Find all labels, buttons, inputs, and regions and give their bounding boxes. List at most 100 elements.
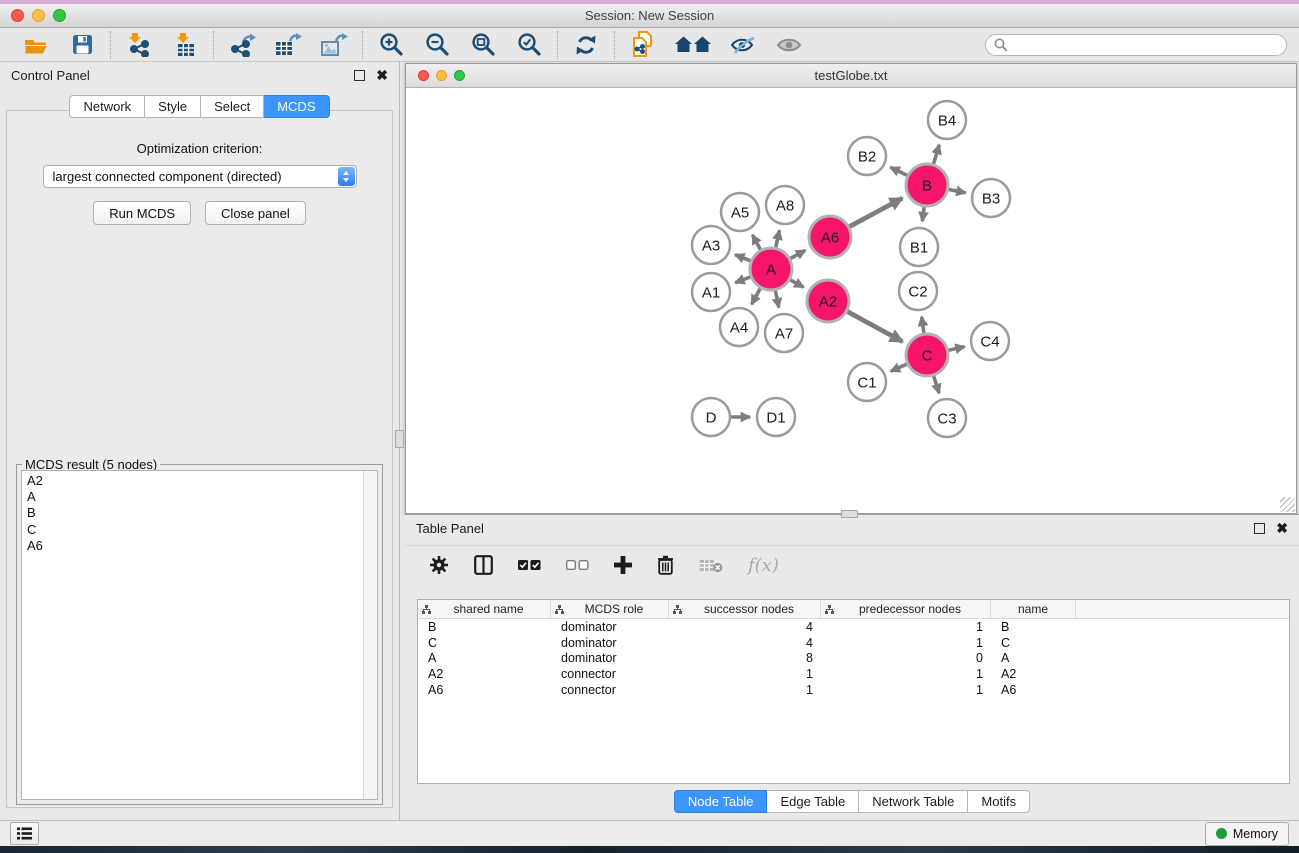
mcds-result-item[interactable]: C [27, 522, 358, 538]
graph-edge-B-B2[interactable] [890, 167, 907, 175]
zoom-selected-button[interactable] [513, 31, 545, 59]
column-header-MCDS-role[interactable]: MCDS role [551, 600, 669, 618]
zoom-out-button[interactable] [421, 31, 453, 59]
tab-network-table[interactable]: Network Table [859, 790, 968, 813]
ndex-button[interactable] [673, 31, 713, 59]
graph-node-B1[interactable]: B1 [900, 228, 938, 266]
close-panel-button[interactable]: Close panel [205, 201, 306, 225]
open-session-button[interactable] [20, 31, 52, 59]
graph-edge-A-A8[interactable] [776, 230, 780, 247]
graph-edge-A-A5[interactable] [752, 235, 760, 250]
tab-edge-table[interactable]: Edge Table [767, 790, 859, 813]
result-scrollbar[interactable] [363, 471, 377, 799]
network-zoom-button[interactable] [454, 70, 465, 81]
graph-node-A6[interactable]: A6 [809, 216, 851, 258]
mcds-result-item[interactable]: A6 [27, 538, 358, 554]
graph-node-B[interactable]: B [906, 164, 948, 206]
graph-node-D[interactable]: D [692, 398, 730, 436]
window-resize-grip[interactable] [1280, 497, 1295, 512]
network-canvas[interactable]: B4B2BB3A8A5A6A3B1AA1C2A2A4A7C4CC1C3DD1 [406, 87, 1296, 513]
column-header-name[interactable]: name [991, 600, 1076, 618]
tab-network[interactable]: Network [69, 95, 145, 118]
duplicate-network-button[interactable] [627, 31, 659, 59]
refresh-button[interactable] [570, 31, 602, 59]
graph-node-A2[interactable]: A2 [807, 280, 849, 322]
graph-node-A5[interactable]: A5 [721, 193, 759, 231]
graph-edge-C-C2[interactable] [922, 317, 924, 333]
mcds-result-item[interactable]: A [27, 489, 358, 505]
export-table-button[interactable] [272, 31, 304, 59]
hide-graphics-details-button[interactable] [727, 31, 759, 59]
graph-node-A4[interactable]: A4 [720, 308, 758, 346]
graph-edge-C-C4[interactable] [948, 347, 964, 351]
graph-edge-A-A7[interactable] [775, 291, 778, 308]
show-graphics-details-button[interactable] [773, 31, 805, 59]
float-table-panel-icon[interactable] [1254, 523, 1265, 534]
mcds-result-item[interactable]: A2 [27, 473, 358, 489]
memory-button[interactable]: Memory [1205, 822, 1289, 846]
graph-node-B3[interactable]: B3 [972, 179, 1010, 217]
graph-edge-C-C3[interactable] [934, 376, 939, 393]
export-image-button[interactable] [318, 31, 350, 59]
graph-node-C[interactable]: C [906, 334, 948, 376]
graph-node-A[interactable]: A [750, 248, 792, 290]
graph-edge-A-A1[interactable] [735, 277, 750, 283]
export-network-button[interactable] [226, 31, 258, 59]
deselect-all-button[interactable] [566, 560, 589, 571]
task-history-button[interactable] [10, 822, 39, 845]
tab-mcds[interactable]: MCDS [264, 95, 329, 118]
import-network-button[interactable] [123, 31, 155, 59]
graph-node-C4[interactable]: C4 [971, 322, 1009, 360]
run-mcds-button[interactable]: Run MCDS [93, 201, 191, 225]
graph-edge-A-A4[interactable] [752, 288, 761, 304]
add-row-button[interactable] [614, 556, 632, 574]
table-row[interactable]: A6connector11A6 [418, 682, 1289, 698]
network-close-button[interactable] [418, 70, 429, 81]
zoom-window-button[interactable] [53, 9, 66, 22]
save-session-button[interactable] [66, 31, 98, 59]
tab-node-table[interactable]: Node Table [674, 790, 768, 813]
optimization-criterion-dropdown[interactable]: largest connected component (directed) [43, 165, 357, 188]
tab-style[interactable]: Style [145, 95, 201, 118]
horizontal-split-handle[interactable] [841, 510, 858, 518]
graph-edge-A-A2[interactable] [790, 280, 803, 288]
graph-node-C2[interactable]: C2 [899, 272, 937, 310]
column-header-successor-nodes[interactable]: successor nodes [669, 600, 821, 618]
graph-node-A7[interactable]: A7 [765, 314, 803, 352]
search-input[interactable] [985, 34, 1287, 56]
graph-node-D1[interactable]: D1 [757, 398, 795, 436]
graph-node-A8[interactable]: A8 [766, 186, 804, 224]
minimize-window-button[interactable] [32, 9, 45, 22]
network-minimize-button[interactable] [436, 70, 447, 81]
table-row[interactable]: Bdominator41B [418, 619, 1289, 635]
graph-node-B2[interactable]: B2 [848, 137, 886, 175]
graph-edge-B-B3[interactable] [949, 189, 966, 192]
table-row[interactable]: A2connector11A2 [418, 666, 1289, 682]
graph-edge-B-B1[interactable] [922, 207, 924, 221]
tab-motifs[interactable]: Motifs [968, 790, 1030, 813]
tab-select[interactable]: Select [201, 95, 264, 118]
table-row[interactable]: Adominator80A [418, 650, 1289, 666]
graph-edge-A6-B[interactable] [849, 198, 902, 226]
close-table-panel-icon[interactable]: ✖ [1276, 523, 1288, 533]
graph-edge-A2-C[interactable] [847, 312, 902, 342]
table-options-button[interactable] [429, 555, 449, 575]
table-row[interactable]: Cdominator41C [418, 635, 1289, 651]
graph-edge-C-C1[interactable] [891, 364, 907, 371]
vertical-split-handle[interactable] [395, 430, 404, 448]
zoom-fit-button[interactable] [467, 31, 499, 59]
graph-node-A3[interactable]: A3 [692, 226, 730, 264]
select-all-button[interactable] [518, 560, 541, 571]
import-table-button[interactable] [169, 31, 201, 59]
column-header-shared-name[interactable]: shared name [418, 600, 551, 618]
graph-node-C3[interactable]: C3 [928, 399, 966, 437]
show-column-button[interactable] [474, 555, 493, 575]
close-panel-icon[interactable]: ✖ [376, 70, 388, 80]
graph-edge-A-A3[interactable] [735, 255, 750, 261]
mcds-result-item[interactable]: B [27, 505, 358, 521]
delete-entries-button[interactable] [657, 555, 674, 575]
graph-node-C1[interactable]: C1 [848, 363, 886, 401]
column-header-predecessor-nodes[interactable]: predecessor nodes [821, 600, 991, 618]
graph-edge-A-A6[interactable] [790, 250, 805, 258]
graph-node-B4[interactable]: B4 [928, 101, 966, 139]
